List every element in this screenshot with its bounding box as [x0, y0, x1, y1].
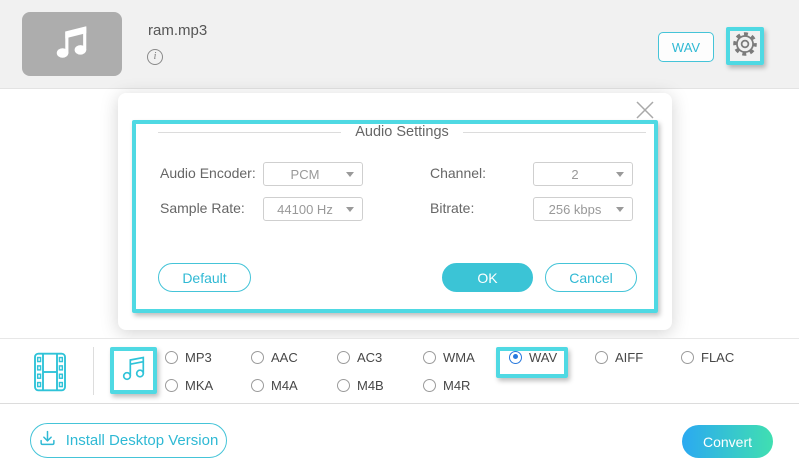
radio-icon[interactable] [251, 351, 264, 364]
music-note-icon[interactable] [119, 353, 149, 388]
file-thumbnail [22, 12, 122, 76]
audio-encoder-select[interactable]: PCM [263, 162, 363, 186]
format-option-wav[interactable]: WAV [509, 349, 557, 365]
bitrate-value: 256 kbps [534, 202, 616, 217]
format-option-m4r[interactable]: M4R [423, 377, 470, 393]
audio-encoder-value: PCM [264, 167, 346, 182]
dialog-title: Audio Settings [341, 124, 463, 140]
ok-button[interactable]: OK [442, 263, 533, 292]
radio-icon[interactable] [423, 351, 436, 364]
default-button[interactable]: Default [158, 263, 251, 292]
format-option-ac3[interactable]: AC3 [337, 349, 382, 365]
channel-value: 2 [534, 167, 616, 182]
output-format-button[interactable]: WAV [658, 32, 714, 62]
title-rule-right [463, 132, 646, 133]
format-label: MKA [185, 378, 213, 393]
bitrate-select[interactable]: 256 kbps [533, 197, 633, 221]
format-option-m4a[interactable]: M4A [251, 377, 298, 393]
highlight-box-audio-tab [110, 347, 157, 394]
format-label: MP3 [185, 350, 212, 365]
format-selection-bar: MP3 AAC AC3 WMA WAV AIFF FLAC MKA M4A M4… [0, 338, 799, 404]
sample-rate-label: Sample Rate: [160, 200, 245, 216]
radio-icon[interactable] [165, 351, 178, 364]
format-option-aac[interactable]: AAC [251, 349, 298, 365]
format-label: FLAC [701, 350, 734, 365]
install-desktop-button[interactable]: Install Desktop Version [30, 423, 227, 458]
format-option-flac[interactable]: FLAC [681, 349, 734, 365]
title-rule-left [158, 132, 341, 133]
audio-converter-app: { "header": { "filename": "ram.mp3", "fo… [0, 0, 799, 469]
bitrate-label: Bitrate: [430, 200, 474, 216]
radio-icon[interactable] [337, 379, 350, 392]
format-option-aiff[interactable]: AIFF [595, 349, 643, 365]
audio-encoder-label: Audio Encoder: [160, 165, 256, 181]
highlight-box-settings [726, 27, 764, 65]
cancel-button[interactable]: Cancel [545, 263, 637, 292]
radio-icon[interactable] [681, 351, 694, 364]
format-label: AIFF [615, 350, 643, 365]
sample-rate-value: 44100 Hz [264, 202, 346, 217]
format-option-mp3[interactable]: MP3 [165, 349, 212, 365]
chevron-down-icon [616, 207, 624, 212]
audio-settings-dialog: Audio Settings Audio Encoder: PCM Channe… [118, 93, 672, 330]
convert-button[interactable]: Convert [682, 425, 773, 458]
top-bar: ram.mp3 i WAV [0, 0, 799, 89]
gear-icon[interactable] [731, 30, 759, 63]
format-option-wma[interactable]: WMA [423, 349, 475, 365]
sample-rate-select[interactable]: 44100 Hz [263, 197, 363, 221]
close-icon[interactable] [633, 98, 657, 122]
install-label: Install Desktop Version [66, 432, 219, 449]
music-note-icon [51, 21, 93, 68]
format-option-m4b[interactable]: M4B [337, 377, 384, 393]
radio-icon[interactable] [251, 379, 264, 392]
download-icon [39, 430, 56, 451]
radio-icon[interactable] [595, 351, 608, 364]
chevron-down-icon [616, 172, 624, 177]
format-label: M4B [357, 378, 384, 393]
format-option-mka[interactable]: MKA [165, 377, 213, 393]
format-label: AAC [271, 350, 298, 365]
footer-bar: Install Desktop Version Convert [0, 404, 799, 469]
format-label: M4A [271, 378, 298, 393]
film-strip-icon[interactable] [33, 352, 67, 392]
chevron-down-icon [346, 172, 354, 177]
format-label: WAV [529, 350, 557, 365]
radio-icon[interactable] [423, 379, 436, 392]
radio-icon[interactable] [165, 379, 178, 392]
format-label: WMA [443, 350, 475, 365]
divider [93, 347, 94, 395]
file-name: ram.mp3 [148, 22, 207, 39]
format-label: AC3 [357, 350, 382, 365]
format-label: M4R [443, 378, 470, 393]
radio-selected-icon[interactable] [509, 351, 522, 364]
channel-select[interactable]: 2 [533, 162, 633, 186]
info-icon[interactable]: i [147, 49, 163, 65]
chevron-down-icon [346, 207, 354, 212]
dialog-title-row: Audio Settings [158, 124, 646, 140]
radio-icon[interactable] [337, 351, 350, 364]
channel-label: Channel: [430, 165, 486, 181]
